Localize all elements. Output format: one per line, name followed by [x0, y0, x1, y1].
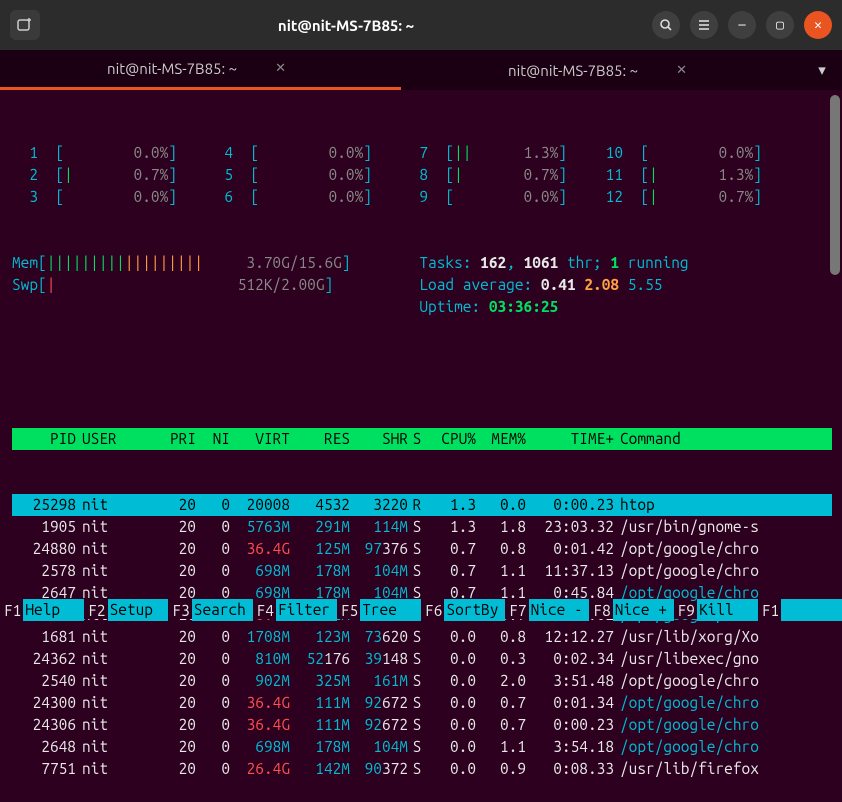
col-s[interactable]: S [408, 428, 426, 450]
cpu-meter-10: 10 [ 0.0%] [597, 142, 792, 164]
fkey-action[interactable]: Tree [360, 599, 421, 621]
process-row[interactable]: 1905nit2005763M291M114MS1.31.823:03.32/u… [12, 516, 832, 538]
fkey-key: F1 [758, 602, 781, 619]
col-ni[interactable]: NI [196, 428, 230, 450]
search-button[interactable] [652, 11, 680, 39]
col-mem[interactable]: MEM% [476, 428, 526, 450]
fkey-action[interactable] [781, 599, 842, 621]
swp-meter: Swp[| 512K/2.00G] [12, 274, 402, 296]
cpu-meter-9: 9 [ 0.0%] [402, 186, 597, 208]
fkey-key: F6 [421, 602, 444, 619]
col-cmd[interactable]: Command [614, 428, 832, 450]
tasks-info: Tasks: 162, 1061 thr; 1 running [402, 252, 689, 274]
new-tab-button[interactable] [10, 10, 40, 40]
fkey-key: F5 [337, 602, 360, 619]
tab-2[interactable]: nit@nit-MS-7B85: ~ ✕ [401, 50, 802, 90]
close-button[interactable]: ✕ [804, 11, 832, 39]
fkey-action[interactable]: Search [192, 599, 253, 621]
fkey-action[interactable]: SortBy [444, 599, 505, 621]
col-virt[interactable]: VIRT [230, 428, 290, 450]
col-pri[interactable]: PRI [148, 428, 196, 450]
terminal-output: 1 [ 0.0%] 4 [ 0.0%] 7 [|| 1.3%] 10 [ 0.0… [0, 90, 842, 802]
process-row[interactable]: 25298nit2002000845323220R1.30.00:00.23ht… [12, 494, 832, 516]
window-title: nit@nit-MS-7B85: ~ [50, 17, 642, 34]
fkey-key: F3 [168, 602, 191, 619]
cpu-meter-1: 1 [ 0.0%] [12, 142, 207, 164]
tab-dropdown-icon[interactable]: ▾ [802, 50, 842, 90]
cpu-meter-11: 11 [| 1.3%] [597, 164, 792, 186]
process-row[interactable]: 2540nit200902M325M161MS0.02.03:51.48/opt… [12, 670, 832, 692]
col-shr[interactable]: SHR [350, 428, 408, 450]
fkey-key: F7 [505, 602, 528, 619]
process-row[interactable]: 1681nit2001708M123M73620S0.00.812:12.27/… [12, 626, 832, 648]
fkey-action[interactable]: Help [23, 599, 84, 621]
col-pid[interactable]: PID [12, 428, 76, 450]
load-avg: Load average: 0.41 2.08 5.55 [402, 274, 662, 296]
minimize-button[interactable]: — [728, 11, 756, 39]
col-user[interactable]: USER [76, 428, 148, 450]
mem-meter: Mem[|||||||||||||||||| 3.70G/15.6G] [12, 252, 402, 274]
uptime: Uptime: 03:36:25 [402, 296, 558, 318]
cpu-meter-5: 5 [ 0.0%] [207, 164, 402, 186]
process-row[interactable]: 24880nit20036.4G125M97376S0.70.80:01.42/… [12, 538, 832, 560]
cpu-meter-7: 7 [|| 1.3%] [402, 142, 597, 164]
process-row[interactable]: 24300nit20036.4G111M92672S0.00.70:01.34/… [12, 692, 832, 714]
tab-label: nit@nit-MS-7B85: ~ [508, 62, 638, 79]
process-row[interactable]: 24362nit200810M5217639148S0.00.30:02.34/… [12, 648, 832, 670]
tab-1[interactable]: nit@nit-MS-7B85: ~ ✕ [0, 50, 401, 90]
cpu-meter-4: 4 [ 0.0%] [207, 142, 402, 164]
process-row[interactable]: 7751nit20026.4G142M90372S0.00.90:08.33/u… [12, 758, 832, 780]
col-time[interactable]: TIME+ [526, 428, 614, 450]
window-titlebar: nit@nit-MS-7B85: ~ — ▢ ✕ [0, 0, 842, 50]
maximize-button[interactable]: ▢ [766, 11, 794, 39]
fkey-action[interactable]: Nice - [529, 599, 590, 621]
menu-button[interactable] [690, 11, 718, 39]
tab-close-icon[interactable]: ✕ [668, 59, 695, 82]
process-row[interactable]: 24306nit20036.4G111M92672S0.00.70:00.23/… [12, 714, 832, 736]
scrollbar[interactable] [830, 95, 840, 590]
tab-close-icon[interactable]: ✕ [267, 57, 294, 80]
fkey-key: F1 [0, 602, 23, 619]
cpu-meter-6: 6 [ 0.0%] [207, 186, 402, 208]
cpu-meter-12: 12 [| 0.7%] [597, 186, 792, 208]
fkey-action[interactable]: Kill [697, 599, 758, 621]
tab-label: nit@nit-MS-7B85: ~ [107, 60, 237, 77]
col-cpu[interactable]: CPU% [426, 428, 476, 450]
fkey-action[interactable]: Setup [108, 599, 169, 621]
process-row[interactable]: 2578nit200698M178M104MS0.71.111:37.13/op… [12, 560, 832, 582]
fkey-action[interactable]: Filter [276, 599, 337, 621]
cpu-meter-3: 3 [ 0.0%] [12, 186, 207, 208]
tab-bar: nit@nit-MS-7B85: ~ ✕ nit@nit-MS-7B85: ~ … [0, 50, 842, 90]
cpu-meter-8: 8 [| 0.7%] [402, 164, 597, 186]
fkey-action[interactable]: Nice + [613, 599, 674, 621]
process-row[interactable]: 2648nit200698M178M104MS0.01.13:54.18/opt… [12, 736, 832, 758]
fkey-key: F8 [589, 602, 612, 619]
cpu-meter-2: 2 [| 0.7%] [12, 164, 207, 186]
fkey-key: F9 [674, 602, 697, 619]
process-header-row[interactable]: PID USER PRI NI VIRT RES SHR S CPU% MEM%… [12, 428, 832, 450]
scrollbar-thumb[interactable] [830, 95, 840, 275]
fkey-key: F2 [84, 602, 107, 619]
function-key-bar: F1HelpF2SetupF3SearchF4FilterF5TreeF6Sor… [0, 599, 842, 621]
fkey-key: F4 [253, 602, 276, 619]
col-res[interactable]: RES [290, 428, 350, 450]
